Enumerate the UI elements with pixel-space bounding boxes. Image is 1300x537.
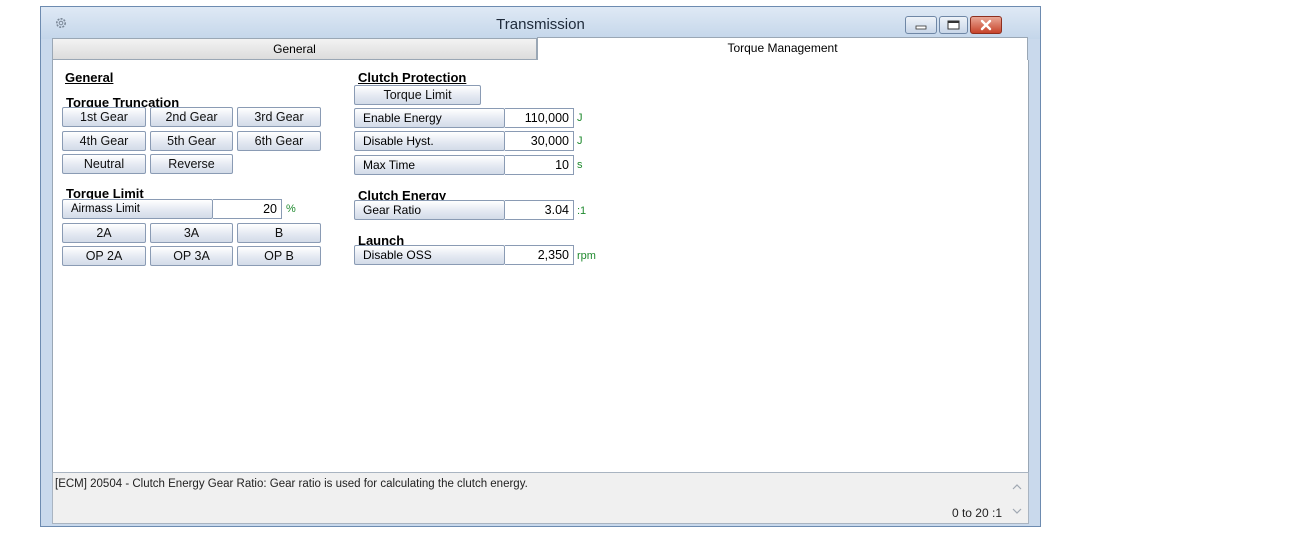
2nd-gear-button[interactable]: 2nd Gear [150,107,233,127]
disable-hyst-label[interactable]: Disable Hyst. [354,131,505,151]
b-button[interactable]: B [237,223,321,243]
torque-limit-button[interactable]: Torque Limit [354,85,481,105]
max-time-unit: s [577,159,583,171]
general-heading: General [65,70,114,85]
minimize-button[interactable] [905,16,937,34]
reverse-button[interactable]: Reverse [150,154,233,174]
gear-ratio-value[interactable]: 3.04 [505,200,574,220]
gear-ratio-label[interactable]: Gear Ratio [354,200,505,220]
maximize-icon [947,20,960,30]
airmass-limit-unit: % [286,203,296,215]
airmass-limit-field: Airmass Limit 20 [62,199,282,219]
disable-hyst-value[interactable]: 30,000 [505,131,574,151]
maximize-button[interactable] [939,16,968,34]
status-panel: [ECM] 20504 - Clutch Energy Gear Ratio: … [52,472,1029,524]
value-range: 0 to 20 :1 [951,506,1002,520]
gear-ratio-field: Gear Ratio 3.04 [354,200,574,220]
tab-torque-management[interactable]: Torque Management [537,37,1028,60]
op-b-button[interactable]: OP B [237,246,321,266]
disable-oss-unit: rpm [577,250,596,262]
tab-content-panel: General Torque Truncation 1st Gear 2nd G… [52,60,1029,472]
tab-general[interactable]: General [52,38,537,60]
title-bar[interactable]: Transmission [41,7,1040,39]
disable-oss-field: Disable OSS 2,350 [354,245,574,265]
disable-hyst-unit: J [577,135,583,147]
enable-energy-value[interactable]: 110,000 [505,108,574,128]
gear-ratio-unit: :1 [577,205,587,217]
transmission-window: Transmission General Torque Management G… [40,6,1041,527]
max-time-field: Max Time 10 [354,155,574,175]
chevron-down-icon[interactable] [1012,507,1022,515]
close-button[interactable] [970,16,1002,34]
neutral-button[interactable]: Neutral [62,154,146,174]
clutch-protection-heading: Clutch Protection [358,70,467,85]
1st-gear-button[interactable]: 1st Gear [62,107,146,127]
close-icon [980,19,992,31]
3rd-gear-button[interactable]: 3rd Gear [237,107,321,127]
3a-button[interactable]: 3A [150,223,233,243]
op-2a-button[interactable]: OP 2A [62,246,146,266]
enable-energy-field: Enable Energy 110,000 [354,108,574,128]
max-time-label[interactable]: Max Time [354,155,505,175]
4th-gear-button[interactable]: 4th Gear [62,131,146,151]
disable-oss-value[interactable]: 2,350 [505,245,574,265]
enable-energy-unit: J [577,112,583,124]
airmass-limit-label[interactable]: Airmass Limit [62,199,213,219]
airmass-limit-value[interactable]: 20 [213,199,282,219]
window-title: Transmission [496,16,585,33]
6th-gear-button[interactable]: 6th Gear [237,131,321,151]
max-time-value[interactable]: 10 [505,155,574,175]
2a-button[interactable]: 2A [62,223,146,243]
status-description: [ECM] 20504 - Clutch Energy Gear Ratio: … [55,478,528,490]
op-3a-button[interactable]: OP 3A [150,246,233,266]
5th-gear-button[interactable]: 5th Gear [150,131,233,151]
minimize-icon [915,25,927,30]
chevron-up-icon[interactable] [1012,483,1022,491]
disable-hyst-field: Disable Hyst. 30,000 [354,131,574,151]
disable-oss-label[interactable]: Disable OSS [354,245,505,265]
tab-bar: General Torque Management [52,37,1029,60]
enable-energy-label[interactable]: Enable Energy [354,108,505,128]
